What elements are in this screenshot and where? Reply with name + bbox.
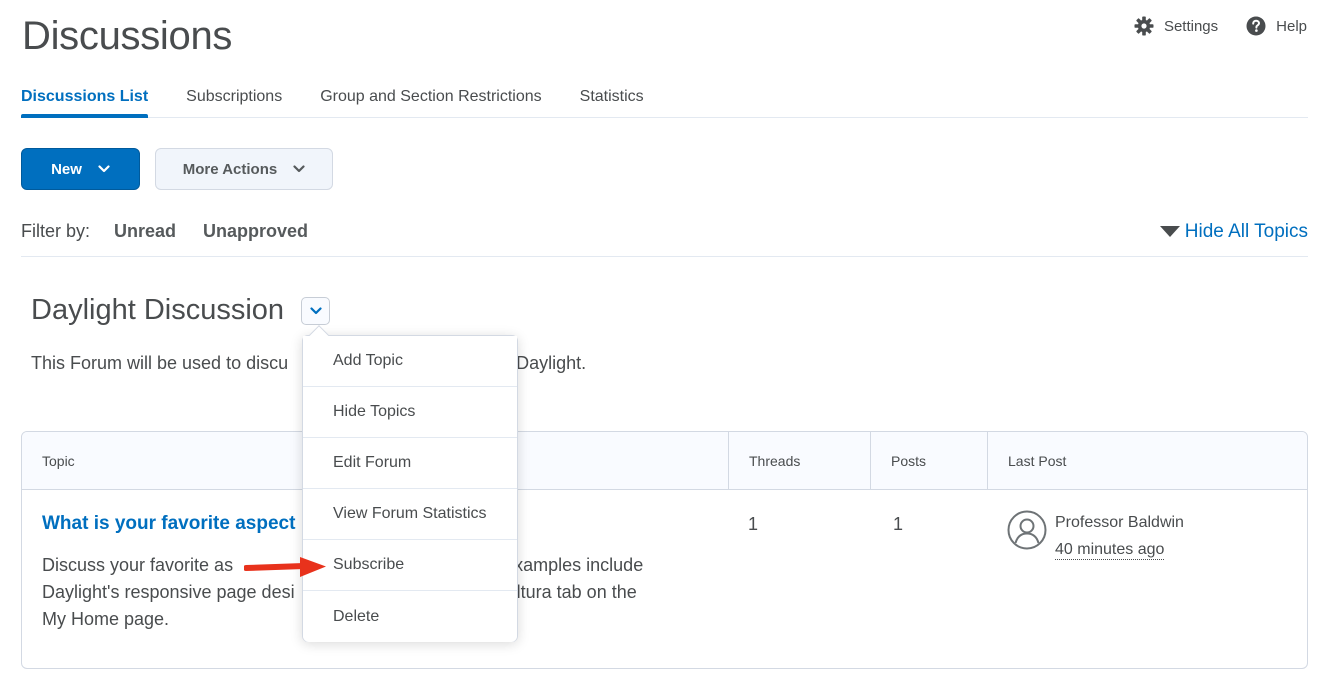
hide-all-topics-label: Hide All Topics bbox=[1184, 221, 1308, 242]
help-link[interactable]: Help bbox=[1246, 16, 1307, 36]
forum-context-menu: Add Topic Hide Topics Edit Forum View Fo… bbox=[302, 325, 518, 642]
menu-item-subscribe[interactable]: Subscribe bbox=[303, 540, 517, 591]
threads-count: 1 bbox=[748, 514, 759, 534]
triangle-down-icon bbox=[1159, 226, 1180, 237]
forum-description-start: This Forum will be used to discu bbox=[31, 353, 289, 373]
hide-all-topics-link[interactable]: Hide All Topics bbox=[1159, 221, 1308, 243]
menu-item-delete[interactable]: Delete bbox=[303, 591, 517, 642]
help-icon bbox=[1246, 16, 1266, 36]
more-actions-label: More Actions bbox=[182, 160, 278, 178]
filter-bar: Filter by: Unread Unapproved Hide All To… bbox=[21, 218, 1308, 257]
red-arrow-annotation bbox=[244, 557, 326, 577]
topics-table: Topic Threads Posts Last Post What is yo… bbox=[21, 431, 1308, 669]
new-button-label: New bbox=[51, 160, 82, 178]
forum-description-end: Daylight. bbox=[516, 353, 587, 373]
tab-subscriptions[interactable]: Subscriptions bbox=[186, 84, 282, 117]
help-label: Help bbox=[1276, 17, 1307, 35]
table-header: Topic Threads Posts Last Post bbox=[22, 432, 1307, 490]
tab-statistics[interactable]: Statistics bbox=[580, 84, 644, 117]
settings-link[interactable]: Settings bbox=[1134, 16, 1218, 36]
chevron-down-icon bbox=[293, 165, 305, 173]
settings-label: Settings bbox=[1163, 17, 1219, 35]
last-post-author: Professor Baldwin bbox=[1055, 514, 1184, 531]
page-title: Discussions bbox=[22, 14, 233, 58]
column-header-last-post: Last Post bbox=[987, 432, 1307, 490]
tab-discussions-list[interactable]: Discussions List bbox=[21, 84, 149, 118]
new-button[interactable]: New bbox=[21, 148, 140, 190]
menu-item-view-forum-statistics[interactable]: View Forum Statistics bbox=[303, 489, 517, 540]
tab-group-section-restrictions[interactable]: Group and Section Restrictions bbox=[320, 84, 541, 117]
forum-context-menu-button[interactable] bbox=[301, 297, 330, 325]
header-actions: Settings Help bbox=[1134, 16, 1307, 36]
filter-label: Filter by: bbox=[21, 221, 91, 241]
menu-item-hide-topics[interactable]: Hide Topics bbox=[303, 387, 517, 438]
menu-item-edit-forum[interactable]: Edit Forum bbox=[303, 438, 517, 489]
posts-count: 1 bbox=[893, 514, 904, 534]
topic-title-link[interactable]: What is your favorite aspect bbox=[42, 513, 295, 535]
last-post-time[interactable]: 40 minutes ago bbox=[1055, 541, 1165, 560]
chevron-down-icon bbox=[309, 307, 322, 315]
filter-unapproved[interactable]: Unapproved bbox=[203, 221, 308, 242]
column-header-threads: Threads bbox=[728, 432, 870, 490]
column-header-posts: Posts bbox=[870, 432, 987, 490]
forum-title: Daylight Discussion bbox=[31, 294, 285, 326]
more-actions-button[interactable]: More Actions bbox=[155, 148, 333, 190]
tab-bar: Discussions List Subscriptions Group and… bbox=[21, 84, 1308, 118]
user-avatar-icon bbox=[1007, 510, 1047, 550]
menu-item-add-topic[interactable]: Add Topic bbox=[303, 336, 517, 387]
chevron-down-icon bbox=[98, 165, 110, 173]
gear-icon bbox=[1134, 16, 1154, 36]
filter-unread[interactable]: Unread bbox=[114, 221, 176, 242]
